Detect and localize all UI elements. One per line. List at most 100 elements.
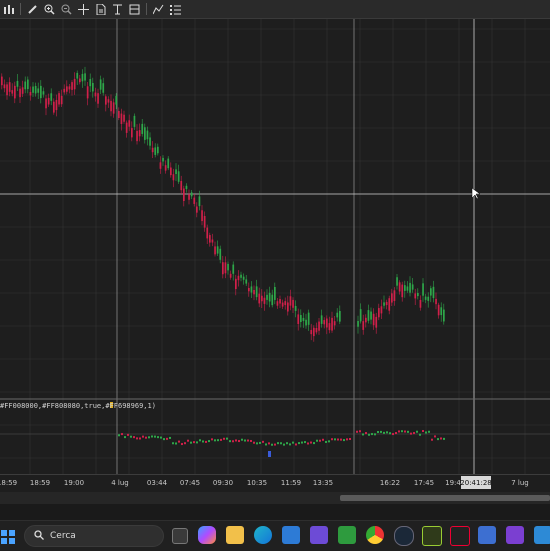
- candle-body: [443, 309, 445, 322]
- list-icon[interactable]: [167, 1, 184, 17]
- indicator-marker: [187, 439, 189, 442]
- candle-body: [115, 95, 118, 105]
- candle-body: [68, 86, 71, 90]
- candle-body: [396, 277, 398, 286]
- fit-width-icon[interactable]: [109, 1, 126, 17]
- indicator-marker: [121, 433, 123, 436]
- indicator-marker: [271, 443, 273, 446]
- candle-body: [34, 85, 37, 94]
- indicator-marker: [163, 438, 165, 441]
- bar-chart-icon[interactable]: [0, 1, 17, 17]
- indicator-marker: [437, 438, 439, 441]
- time-axis-label: 13:35: [312, 479, 334, 487]
- indicator-marker: [283, 443, 285, 446]
- candle-body: [232, 264, 235, 274]
- game-icon[interactable]: [422, 526, 442, 546]
- ninjatrader-icon[interactable]: [450, 526, 470, 546]
- indicator-marker: [343, 439, 345, 442]
- candle-body: [27, 79, 29, 90]
- file-explorer-icon[interactable]: [226, 526, 244, 544]
- crosshair-icon[interactable]: [75, 1, 92, 17]
- indicator-marker: [310, 441, 312, 444]
- time-axis-label: 4 lug: [111, 479, 129, 487]
- candle-body: [219, 248, 222, 260]
- candle-body: [336, 312, 339, 318]
- clipchamp-icon[interactable]: [506, 526, 524, 544]
- candle-body: [253, 290, 255, 295]
- candle-body: [58, 93, 60, 105]
- candle-body: [237, 275, 240, 281]
- indicator-marker: [392, 433, 394, 436]
- candle-body: [323, 320, 326, 325]
- indicator-marker: [362, 433, 364, 436]
- candle-body: [73, 78, 76, 90]
- indicator-marker: [211, 438, 213, 441]
- store-icon[interactable]: [282, 526, 300, 544]
- candle-body: [175, 169, 177, 175]
- indicator-marker: [277, 442, 279, 445]
- candle-body: [292, 299, 294, 308]
- indicator-marker: [226, 437, 228, 440]
- windows-start-icon[interactable]: [1, 529, 15, 544]
- candle-body: [105, 96, 107, 105]
- zoom-out-icon[interactable]: [58, 1, 75, 17]
- indicator-marker: [250, 439, 252, 442]
- indicator-marker: [160, 436, 162, 439]
- document-icon[interactable]: [92, 1, 109, 17]
- indicator-marker: [139, 437, 141, 440]
- candle-body: [63, 88, 66, 93]
- taskbar-search-box[interactable]: Cerca: [24, 525, 164, 547]
- indicators-icon[interactable]: [150, 1, 167, 17]
- photos-icon[interactable]: [534, 526, 550, 544]
- task-view-icon[interactable]: [172, 528, 188, 544]
- indicator-marker: [184, 442, 186, 445]
- zoom-in-icon[interactable]: [41, 1, 58, 17]
- fit-height-icon[interactable]: [126, 1, 143, 17]
- candle-body: [404, 285, 406, 291]
- indicator-marker: [124, 436, 126, 439]
- xbox-icon[interactable]: [338, 526, 356, 544]
- calculator-icon[interactable]: [478, 526, 496, 544]
- candle-body: [45, 98, 47, 109]
- indicator-marker: [142, 435, 144, 438]
- candle-body: [248, 288, 250, 292]
- candle-body: [409, 282, 411, 293]
- candle-body: [118, 111, 120, 119]
- candle-body: [60, 95, 63, 105]
- candle-body: [102, 83, 105, 93]
- candle-body: [320, 315, 323, 324]
- candle-body: [6, 84, 8, 96]
- candle-body: [271, 294, 274, 306]
- candle-body: [32, 86, 34, 93]
- chart-scrollbar[interactable]: [0, 492, 550, 504]
- indicator-marker: [133, 436, 135, 439]
- indicator-marker: [253, 441, 255, 444]
- indicator-marker: [298, 442, 300, 445]
- candle-body: [367, 310, 370, 321]
- indicator-marker: [268, 442, 270, 445]
- indicator-marker: [407, 430, 409, 433]
- candle-body: [300, 315, 302, 322]
- copilot-icon[interactable]: [198, 526, 216, 544]
- proton-vpn-icon[interactable]: [310, 526, 328, 544]
- candle-body: [266, 294, 268, 300]
- scrollbar-thumb[interactable]: [340, 495, 550, 501]
- candle-body: [339, 310, 341, 322]
- candle-body: [432, 286, 435, 299]
- time-axis-label: 19:4: [445, 479, 461, 487]
- pencil-icon[interactable]: [24, 1, 41, 17]
- edge-icon[interactable]: [254, 526, 272, 544]
- candle-body: [110, 100, 112, 112]
- indicator-marker: [130, 435, 132, 438]
- steam-icon[interactable]: [394, 526, 414, 546]
- candle-body: [365, 317, 367, 323]
- candle-body: [310, 329, 313, 335]
- time-axis-label: 18:59: [0, 479, 18, 487]
- candle-body: [71, 82, 73, 90]
- candle-body: [261, 295, 263, 302]
- candle-body: [229, 273, 232, 278]
- candle-body: [398, 282, 401, 292]
- indicator-marker: [356, 430, 358, 433]
- candle-body: [164, 165, 167, 171]
- chrome-icon[interactable]: [366, 526, 384, 544]
